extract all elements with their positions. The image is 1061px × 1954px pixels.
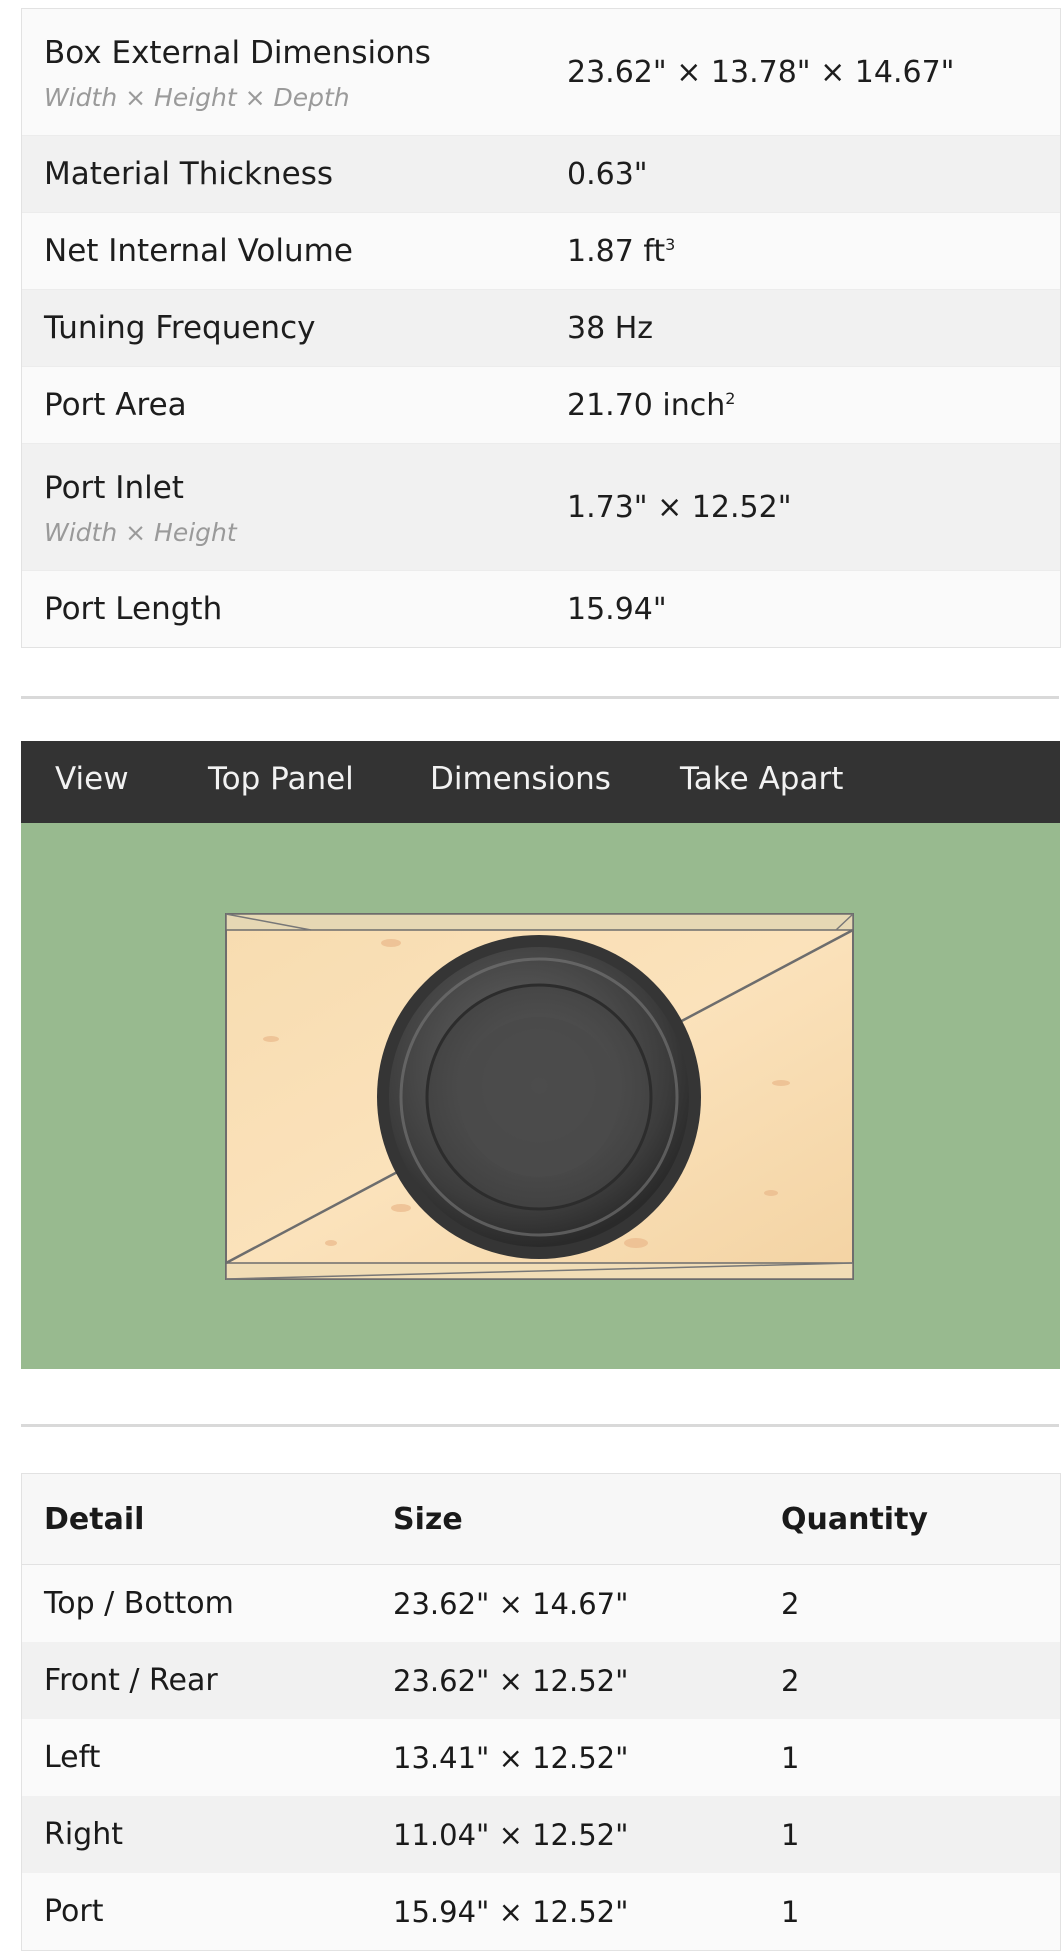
spec-label: Tuning Frequency [44,310,316,346]
cut-list-table: Detail Size Quantity Top / Bottom 23.62"… [21,1473,1061,1951]
spec-value: 23.62" × 13.78" × 14.67" [567,54,955,90]
tab-take-apart[interactable]: Take Apart [680,761,843,797]
spec-label: Box External Dimensions [44,34,431,71]
cell-size: 15.94" × 12.52" [393,1894,629,1929]
section-divider [21,1424,1059,1427]
cell-quantity: 1 [781,1740,800,1775]
spec-value: 1.73" × 12.52" [567,489,792,525]
spec-value: 0.63" [567,156,648,192]
spec-value: 1.87 ft3 [567,234,675,269]
cell-quantity: 2 [781,1663,800,1698]
cell-quantity: 2 [781,1586,800,1621]
spec-label: Port Length [44,591,223,627]
cell-size: 11.04" × 12.52" [393,1817,629,1852]
box-3d-viewer[interactable] [21,823,1060,1369]
cell-detail: Right [44,1817,123,1852]
table-row: Right 11.04" × 12.52" 1 [22,1796,1060,1873]
box-render [225,913,854,1280]
spec-label: Port Inlet [44,469,184,506]
header-quantity: Quantity [781,1501,928,1537]
spec-sublabel: Width × Height × Depth [44,82,350,112]
cell-size: 13.41" × 12.52" [393,1740,629,1775]
cell-quantity: 1 [781,1894,800,1929]
cell-quantity: 1 [781,1817,800,1852]
box-specs-table: Box External Dimensions Width × Height ×… [21,8,1061,648]
spec-value-superscript: 3 [665,234,676,254]
table-row: Top / Bottom 23.62" × 14.67" 2 [22,1565,1060,1642]
viewer-toolbar: View Top Panel Dimensions Take Apart [21,741,1060,823]
spec-label: Net Internal Volume [44,233,353,269]
spec-row-external-dimensions: Box External Dimensions Width × Height ×… [22,9,1060,136]
tab-dimensions[interactable]: Dimensions [430,761,611,797]
spec-value: 38 Hz [567,310,654,346]
cell-size: 23.62" × 14.67" [393,1586,629,1621]
spec-row-tuning-frequency: Tuning Frequency 38 Hz [22,290,1060,367]
spec-row-port-inlet: Port Inlet Width × Height 1.73" × 12.52" [22,444,1060,571]
spec-label: Port Area [44,387,187,423]
spec-sublabel: Width × Height [44,517,237,547]
spec-value: 15.94" [567,591,667,627]
tab-view[interactable]: View [55,761,129,797]
section-divider [21,696,1059,699]
cell-detail: Top / Bottom [44,1586,234,1621]
header-size: Size [393,1501,463,1537]
spec-label: Material Thickness [44,156,334,192]
cell-detail: Port [44,1894,104,1929]
header-detail: Detail [44,1501,145,1537]
cell-size: 23.62" × 12.52" [393,1663,629,1698]
cell-detail: Left [44,1740,101,1775]
spec-row-net-volume: Net Internal Volume 1.87 ft3 [22,213,1060,290]
table-row: Front / Rear 23.62" × 12.52" 2 [22,1642,1060,1719]
spec-value: 21.70 inch2 [567,388,735,423]
spec-value-text: 1.87 ft [567,233,666,269]
subwoofer-driver [377,935,701,1259]
cell-detail: Front / Rear [44,1663,218,1698]
tab-top-panel[interactable]: Top Panel [208,761,354,797]
spec-value-superscript: 2 [725,388,736,408]
table-row: Port 15.94" × 12.52" 1 [22,1873,1060,1950]
table-header: Detail Size Quantity [22,1474,1060,1565]
spec-row-material-thickness: Material Thickness 0.63" [22,136,1060,213]
table-row: Left 13.41" × 12.52" 1 [22,1719,1060,1796]
spec-row-port-area: Port Area 21.70 inch2 [22,367,1060,444]
spec-row-port-length: Port Length 15.94" [22,571,1060,647]
spec-value-text: 21.70 inch [567,387,726,423]
